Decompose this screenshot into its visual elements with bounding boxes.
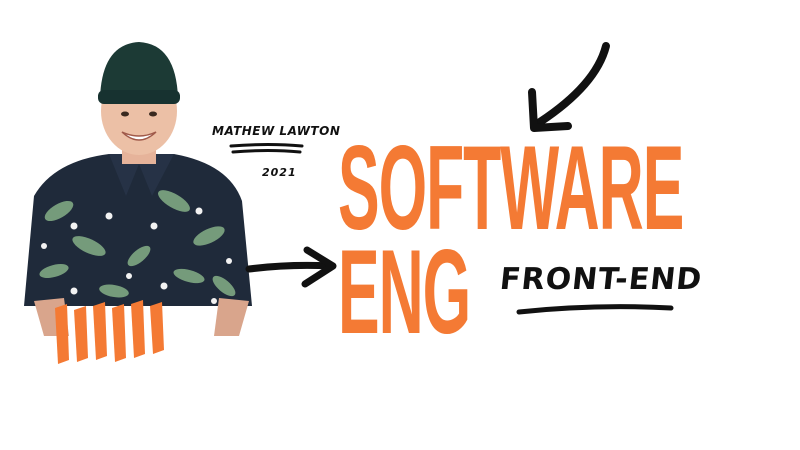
arrow-right-icon	[245, 246, 337, 288]
year-label: 2021	[262, 166, 297, 179]
front-end-tag: FRONT-END	[498, 262, 705, 297]
front-end-underline	[516, 304, 674, 315]
name-underline	[229, 143, 304, 154]
headline-eng: ENG	[338, 225, 471, 359]
person-name: MATHEW LAWTON	[212, 124, 341, 138]
portrait-photo	[24, 42, 252, 336]
orange-stripes-decoration	[55, 300, 164, 364]
